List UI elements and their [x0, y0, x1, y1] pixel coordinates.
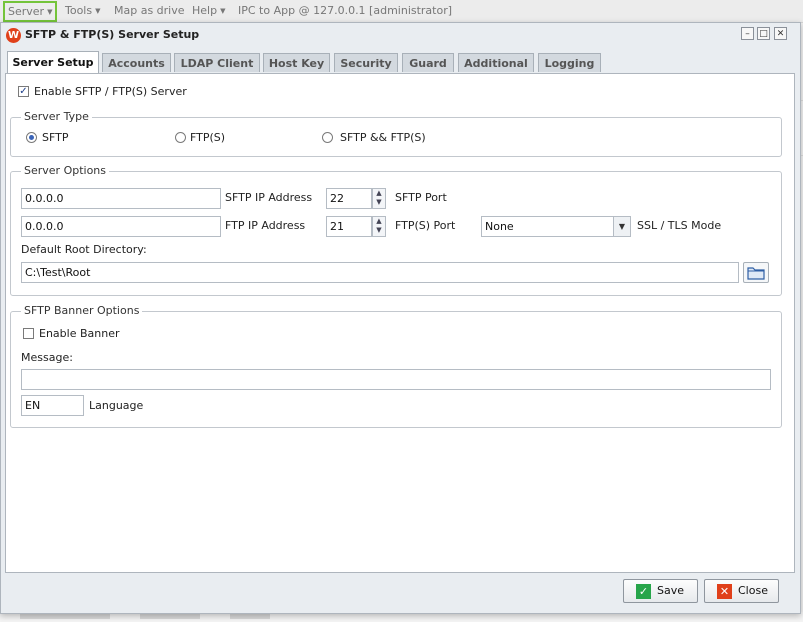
banner-options-group: SFTP Banner Options Enable Banner Messag… — [10, 304, 782, 428]
chevron-down-icon: ▼ — [95, 7, 101, 15]
enable-banner-label: Enable Banner — [39, 327, 120, 340]
menu-server[interactable]: Server ▼ — [3, 1, 58, 22]
ftp-port-spinner[interactable]: ▲ ▼ — [372, 216, 386, 237]
radio-sftp[interactable] — [26, 132, 37, 143]
close-button-label: Close — [738, 584, 768, 597]
save-button[interactable]: ✓ Save — [623, 579, 698, 603]
ssl-mode-label: SSL / TLS Mode — [637, 219, 722, 232]
chevron-down-icon: ▼ — [47, 7, 53, 16]
menu-help[interactable]: Help ▼ — [192, 2, 225, 20]
radio-ftps-label: FTP(S) — [190, 131, 226, 144]
minimize-icon: – — [745, 29, 750, 39]
root-dir-input[interactable]: C:\Test\Root — [21, 262, 739, 283]
tab-additional[interactable]: Additional — [458, 53, 534, 72]
server-setup-dialog: W SFTP & FTP(S) Server Setup – □ ✕ Serve… — [0, 22, 801, 614]
menu-server-label: Server — [8, 5, 45, 18]
tab-guard[interactable]: Guard — [402, 53, 454, 72]
chevron-down-icon: ▼ — [613, 217, 630, 236]
sftp-ip-label: SFTP IP Address — [225, 191, 313, 204]
spin-up-icon: ▲ — [376, 217, 382, 225]
checkmark-icon: ✓ — [19, 86, 28, 97]
spin-up-icon: ▲ — [376, 189, 382, 197]
browse-folder-button[interactable] — [743, 262, 769, 283]
tab-server-setup[interactable]: Server Setup — [7, 51, 99, 73]
menu-map-as-drive[interactable]: Map as drive — [114, 2, 185, 20]
banner-message-input[interactable] — [21, 369, 771, 390]
message-label: Message: — [21, 351, 73, 364]
enable-server-label: Enable SFTP / FTP(S) Server — [34, 85, 187, 98]
dialog-titlebar[interactable]: W SFTP & FTP(S) Server Setup – □ ✕ — [1, 23, 800, 47]
ftp-ip-input[interactable]: 0.0.0.0 — [21, 216, 221, 237]
server-type-legend: Server Type — [21, 110, 92, 123]
sftp-port-label: SFTP Port — [395, 191, 447, 204]
top-menu-bar: Server ▼ Tools ▼ Map as drive Help ▼ IPC to… — [0, 0, 803, 23]
maximize-button[interactable]: □ — [757, 27, 770, 40]
app-logo-icon: W — [6, 28, 21, 43]
close-icon: ✕ — [776, 29, 785, 39]
server-options-legend: Server Options — [21, 164, 110, 177]
close-window-button[interactable]: ✕ — [774, 27, 787, 40]
radio-sftp-and-ftps[interactable] — [322, 132, 333, 143]
enable-banner-checkbox[interactable] — [23, 328, 34, 339]
server-options-group: Server Options 0.0.0.0 SFTP IP Address 2… — [10, 164, 782, 296]
menu-tools-label: Tools — [65, 4, 93, 17]
maximize-icon: □ — [759, 29, 768, 39]
sftp-ip-input[interactable]: 0.0.0.0 — [21, 188, 221, 209]
menu-help-label: Help — [192, 4, 218, 17]
sftp-port-input[interactable]: 22 — [326, 188, 372, 209]
radio-sftp-label: SFTP — [42, 131, 69, 144]
ssl-mode-value: None — [485, 220, 514, 233]
ftp-port-label: FTP(S) Port — [395, 219, 456, 232]
language-input[interactable]: EN — [21, 395, 84, 416]
server-type-group: Server Type SFTP FTP(S) SFTP && FTP(S) — [10, 110, 782, 157]
spin-down-icon: ▼ — [376, 198, 382, 206]
save-button-label: Save — [657, 584, 685, 597]
radio-sftp-and-ftps-label: SFTP && FTP(S) — [340, 131, 426, 144]
tab-host-key[interactable]: Host Key — [263, 53, 330, 72]
checkmark-icon: ✓ — [636, 584, 651, 599]
sftp-port-spinner[interactable]: ▲ ▼ — [372, 188, 386, 209]
spin-down-icon: ▼ — [376, 226, 382, 234]
minimize-button[interactable]: – — [741, 27, 754, 40]
server-setup-panel: ✓ Enable SFTP / FTP(S) Server Server Typ… — [5, 73, 795, 573]
banner-options-legend: SFTP Banner Options — [21, 304, 143, 317]
dialog-title: SFTP & FTP(S) Server Setup — [25, 28, 200, 41]
ftp-ip-label: FTP IP Address — [225, 219, 306, 232]
ftp-port-input[interactable]: 21 — [326, 216, 372, 237]
radio-ftps[interactable] — [175, 132, 186, 143]
chevron-down-icon: ▼ — [220, 7, 226, 15]
menu-ipc-status[interactable]: IPC to App @ 127.0.0.1 [administrator] — [238, 2, 452, 20]
folder-icon — [747, 267, 765, 280]
enable-server-checkbox[interactable]: ✓ — [18, 86, 29, 97]
menu-tools[interactable]: Tools ▼ — [65, 2, 101, 20]
ssl-mode-select[interactable]: None ▼ — [481, 216, 631, 237]
tab-logging[interactable]: Logging — [538, 53, 601, 72]
close-button[interactable]: ✕ Close — [704, 579, 779, 603]
close-icon: ✕ — [717, 584, 732, 599]
tab-security[interactable]: Security — [334, 53, 398, 72]
tab-ldap-client[interactable]: LDAP Client — [174, 53, 260, 72]
tab-accounts[interactable]: Accounts — [102, 53, 171, 72]
language-label: Language — [89, 399, 144, 412]
root-dir-label: Default Root Directory: — [21, 243, 147, 256]
